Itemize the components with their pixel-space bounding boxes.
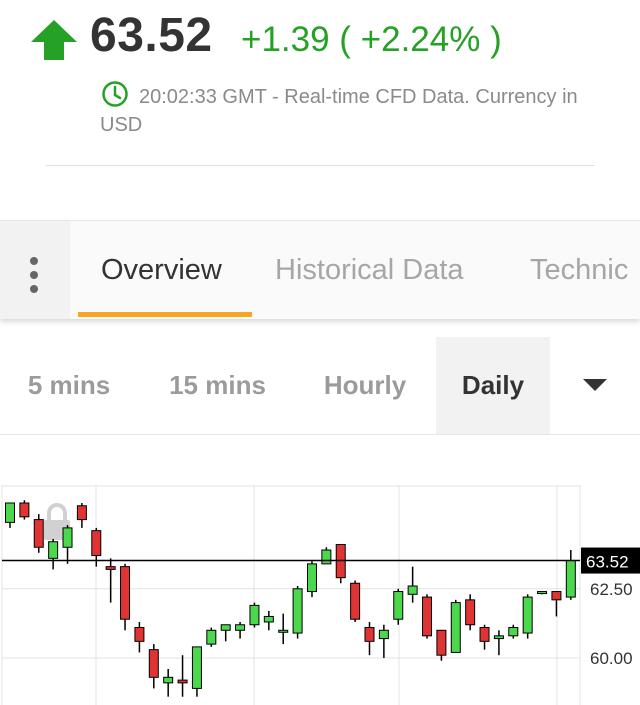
candle-body [177, 679, 188, 684]
arrow-up-icon [31, 20, 77, 60]
candle-body [163, 676, 174, 684]
candle-body [565, 560, 576, 598]
candle-body [120, 566, 131, 620]
candle-body [508, 627, 519, 637]
candle-body [105, 566, 116, 570]
candle-body [551, 591, 562, 601]
candle-body [19, 502, 30, 518]
price-chart[interactable]: 62.50 60.00 63.52 [0, 485, 640, 705]
more-vertical-icon-dot [30, 271, 38, 279]
last-price: 63.52 [90, 9, 213, 62]
candle-body [321, 549, 332, 565]
tab-technical[interactable]: Technic [530, 254, 628, 287]
y-tick-label: 60.00 [590, 649, 633, 668]
price-change: +1.39 ( +2.24% ) [241, 20, 502, 59]
timeframe-bar: 5 mins 15 mins Hourly Daily [0, 337, 640, 435]
candle-body [249, 604, 260, 626]
candlestick-chart[interactable]: 62.50 60.00 63.52 [0, 485, 640, 705]
quote-meta: 20:02:33 GMT - Real-time CFD Data. Curre… [100, 86, 578, 136]
candle-body [350, 582, 361, 620]
candle-body [465, 599, 476, 626]
tab-bar: Overview Historical Data Technic [0, 220, 640, 319]
candle-body [148, 649, 159, 678]
timeframe-15-mins[interactable]: 15 mins [150, 337, 285, 434]
timeframe-daily[interactable]: Daily [436, 337, 550, 434]
candle-body [393, 591, 404, 620]
candle-body [62, 527, 73, 548]
candle-body [134, 627, 145, 642]
candle-body [33, 519, 44, 548]
candle-body [450, 602, 461, 653]
tab-overview[interactable]: Overview [101, 254, 222, 287]
candle-body [235, 624, 246, 631]
candle-body [220, 624, 231, 631]
candle-body [306, 563, 317, 593]
candle-body [378, 629, 389, 640]
candle-body [493, 635, 504, 640]
candle-body [364, 627, 375, 642]
candle-body [422, 596, 433, 637]
lock-shackle [47, 503, 67, 521]
candle-body [206, 629, 217, 645]
quote-header: 63.52 +1.39 ( +2.24% ) 20:02:33 GMT - Re… [0, 0, 640, 200]
candle-body [278, 629, 289, 633]
candle-body [48, 541, 59, 559]
more-vertical-icon-dot [30, 285, 38, 293]
candle-body [263, 615, 274, 623]
candle-body [91, 530, 102, 557]
candle-body [191, 646, 202, 689]
candle-body [479, 627, 490, 642]
divider [46, 165, 595, 166]
candle-body [407, 585, 418, 595]
candle-body [5, 502, 15, 523]
active-tab-indicator [78, 312, 252, 317]
current-price-label: 63.52 [586, 553, 629, 572]
candle-body [537, 591, 548, 595]
candle-body [292, 588, 303, 634]
dropdown-arrow-icon[interactable] [583, 379, 607, 391]
timeframe-5-mins[interactable]: 5 mins [10, 337, 128, 434]
timeframe-hourly[interactable]: Hourly [305, 337, 425, 434]
tab-historical-data[interactable]: Historical Data [275, 254, 464, 287]
y-tick-label: 62.50 [590, 580, 633, 599]
more-vertical-icon [30, 257, 38, 265]
candle-body [76, 505, 87, 521]
candle-body [522, 596, 533, 634]
candle-body [436, 629, 447, 656]
more-menu-button[interactable] [0, 221, 70, 319]
